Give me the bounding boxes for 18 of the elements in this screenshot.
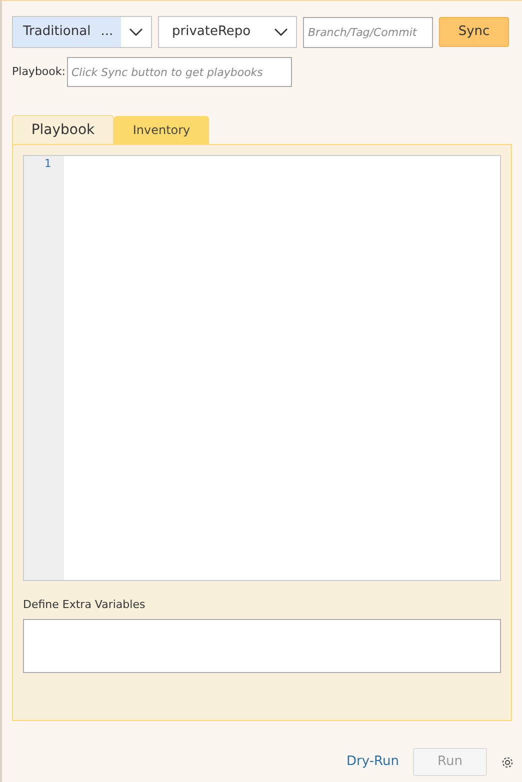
dry-run-link[interactable]: Dry-Run xyxy=(346,752,399,772)
extra-variables-field[interactable] xyxy=(23,618,501,672)
settings-icon[interactable] xyxy=(501,756,514,768)
mode-select[interactable]: Traditional ... xyxy=(12,16,152,48)
chevron-down-icon xyxy=(274,28,288,36)
playbook-field[interactable]: Click Sync button to get playbooks xyxy=(67,57,292,87)
tab[interactable]: Playbook xyxy=(12,115,114,144)
repo-select[interactable]: privateRepo xyxy=(158,16,297,48)
select-value: Traditional xyxy=(23,23,91,42)
chevron-down-icon xyxy=(129,28,143,36)
code-editor[interactable]: 1 xyxy=(23,155,501,581)
line-number: 1 xyxy=(44,157,51,171)
tab[interactable]: Inventory xyxy=(114,116,209,144)
sync-button[interactable]: Sync xyxy=(439,17,509,47)
branch-field[interactable]: Branch/Tag/Commit xyxy=(303,16,433,48)
ellipsis-text: ... xyxy=(100,23,114,42)
extra-variables-label: Define Extra Variables xyxy=(23,597,146,613)
playbook-label: Playbook: xyxy=(12,64,66,80)
